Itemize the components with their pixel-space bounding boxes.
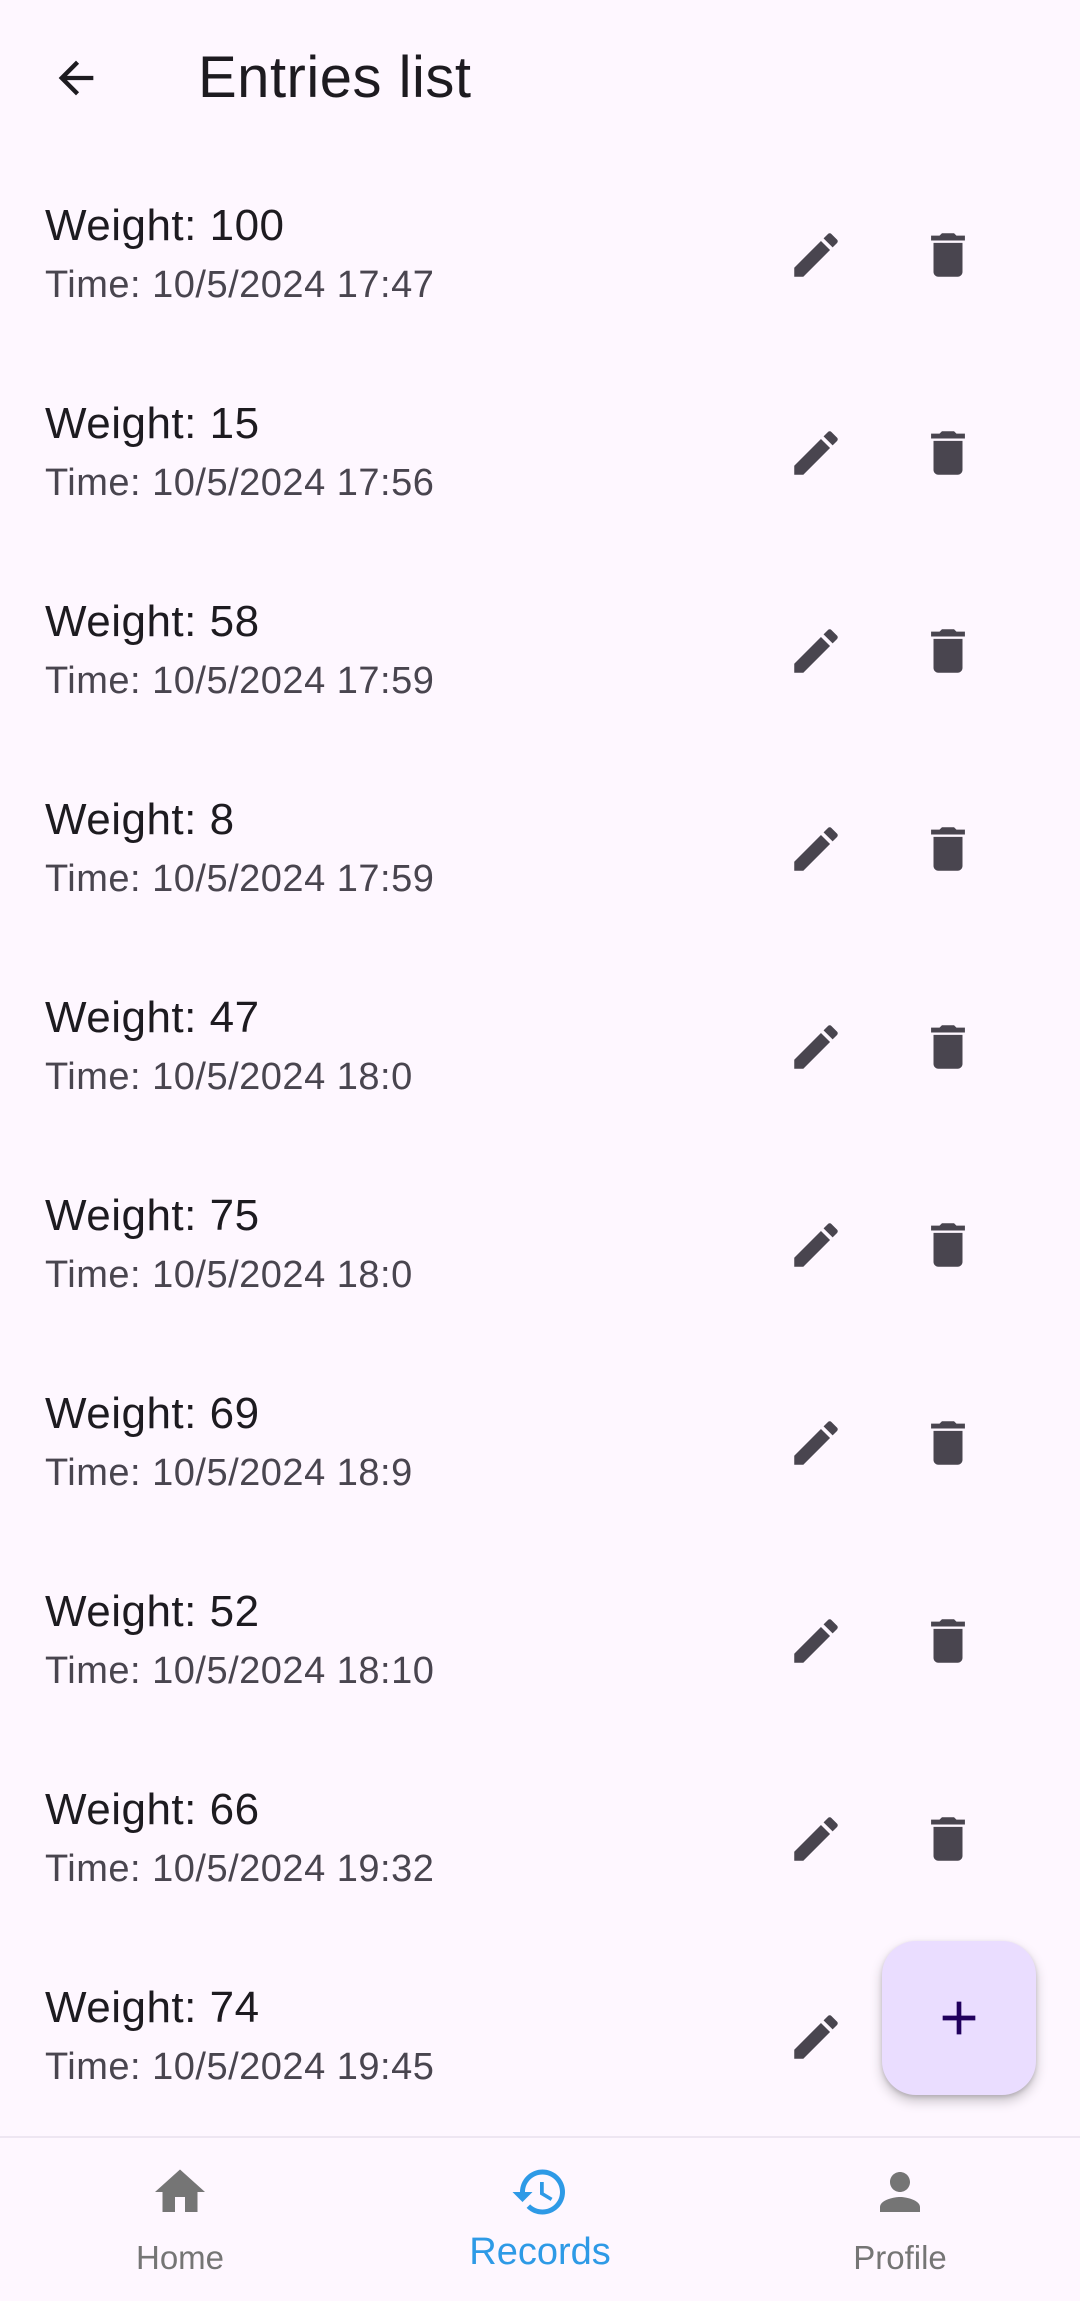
entry-time: Time: 10/5/2024 19:45 [45,2046,435,2088]
list-item: Weight: 69 Time: 10/5/2024 18:9 [0,1344,1080,1542]
delete-button[interactable] [905,1796,991,1882]
trash-icon [931,827,965,871]
list-item: Weight: 58 Time: 10/5/2024 17:59 [0,552,1080,750]
page-title: Entries list [198,45,472,110]
back-button[interactable] [36,38,116,118]
trash-icon [931,1025,965,1069]
pencil-icon [794,1025,838,1069]
delete-button[interactable] [905,1400,991,1486]
entry-weight: Weight: 69 [45,1389,260,1438]
edit-button[interactable] [773,1004,859,1090]
list-item: Weight: 100 Time: 10/5/2024 17:47 [0,156,1080,354]
entry-weight: Weight: 47 [45,993,260,1042]
pencil-icon [794,2015,838,2059]
pencil-icon [794,1619,838,1663]
home-icon [150,2162,210,2222]
entry-weight: Weight: 75 [45,1191,260,1240]
edit-button[interactable] [773,1796,859,1882]
edit-button[interactable] [773,410,859,496]
app-bar: Entries list [0,0,1080,156]
entry-weight: Weight: 66 [45,1785,260,1834]
pencil-icon [794,1421,838,1465]
trash-icon [931,233,965,277]
pencil-icon [794,1223,838,1267]
entry-weight: Weight: 8 [45,795,235,844]
entry-weight: Weight: 58 [45,597,260,646]
entry-weight: Weight: 52 [45,1587,260,1636]
edit-button[interactable] [773,608,859,694]
pencil-icon [794,629,838,673]
entry-weight: Weight: 100 [45,201,285,250]
trash-icon [931,431,965,475]
entry-time: Time: 10/5/2024 17:59 [45,858,435,900]
entry-time: Time: 10/5/2024 18:10 [45,1650,435,1692]
delete-button[interactable] [905,1004,991,1090]
entry-time: Time: 10/5/2024 18:9 [45,1452,413,1494]
edit-button[interactable] [773,806,859,892]
entry-time: Time: 10/5/2024 19:32 [45,1848,435,1890]
pencil-icon [794,431,838,475]
delete-button[interactable] [905,1202,991,1288]
arrow-back-icon [58,60,94,96]
list-item: Weight: 66 Time: 10/5/2024 19:32 [0,1740,1080,1938]
edit-button[interactable] [773,212,859,298]
nav-label: Profile [853,2239,947,2276]
delete-button[interactable] [905,806,991,892]
person-icon [870,2162,930,2222]
list-item: Weight: 52 Time: 10/5/2024 18:10 [0,1542,1080,1740]
entry-time: Time: 10/5/2024 18:0 [45,1056,413,1098]
list-item: Weight: 8 Time: 10/5/2024 17:59 [0,750,1080,948]
bottom-navigation: Home Records Profile [0,2136,1080,2299]
nav-label: Home [135,2239,225,2276]
pencil-icon [794,233,838,277]
list-item: Weight: 15 Time: 10/5/2024 17:56 [0,354,1080,552]
nav-label: Records [469,2231,611,2273]
trash-icon [931,1421,965,1465]
delete-button[interactable] [905,608,991,694]
nav-item-home[interactable]: Home [0,2138,360,2301]
edit-button[interactable] [773,1994,859,2080]
add-entry-button[interactable] [882,1941,1036,2095]
nav-item-records[interactable]: Records [360,2138,720,2301]
trash-icon [931,1223,965,1267]
entries-list[interactable]: Weight: 100 Time: 10/5/2024 17:47 Weight… [0,156,1080,2136]
pencil-icon [794,827,838,871]
edit-button[interactable] [773,1400,859,1486]
entry-time: Time: 10/5/2024 17:59 [45,660,435,702]
history-icon [510,2162,570,2222]
edit-button[interactable] [773,1598,859,1684]
entry-time: Time: 10/5/2024 18:0 [45,1254,413,1296]
delete-button[interactable] [905,410,991,496]
nav-item-profile[interactable]: Profile [720,2138,1080,2301]
entry-time: Time: 10/5/2024 17:47 [45,264,435,306]
entry-time: Time: 10/5/2024 17:56 [45,462,435,504]
pencil-icon [794,1817,838,1861]
entry-weight: Weight: 15 [45,399,260,448]
trash-icon [931,1817,965,1861]
delete-button[interactable] [905,1598,991,1684]
trash-icon [931,629,965,673]
entry-weight: Weight: 74 [45,1983,260,2032]
list-item: Weight: 75 Time: 10/5/2024 18:0 [0,1146,1080,1344]
edit-button[interactable] [773,1202,859,1288]
delete-button[interactable] [905,212,991,298]
list-item: Weight: 47 Time: 10/5/2024 18:0 [0,948,1080,1146]
trash-icon [931,1619,965,1663]
plus-icon [942,2001,976,2035]
